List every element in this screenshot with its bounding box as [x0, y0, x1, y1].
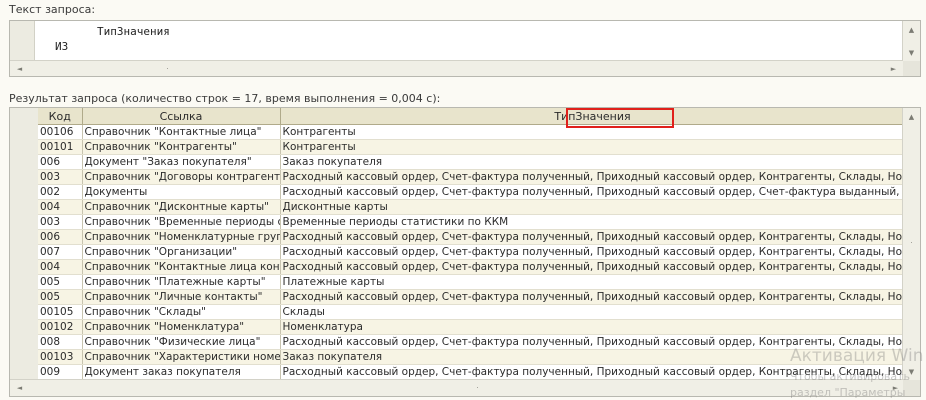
cell-link[interactable]: Справочник "Временные периоды статистики…: [82, 214, 281, 230]
cell-code[interactable]: 00103: [38, 349, 83, 365]
column-header-code[interactable]: Код: [38, 108, 83, 125]
cell-value-type[interactable]: Расходный кассовый ордер, Счет-фактура п…: [279, 259, 905, 275]
cell-link[interactable]: Справочник "Склады": [82, 304, 281, 320]
table-row[interactable]: 003Справочник "Временные периоды статист…: [38, 214, 905, 230]
cell-code[interactable]: 00101: [38, 139, 83, 155]
table-row[interactable]: 006 Документ "Заказ покупателя" Заказ поку…: [38, 154, 905, 170]
cell-link[interactable]: Справочник "Номенклатура": [82, 319, 281, 335]
cell-value-type[interactable]: Расходный кассовый ордер, Счет-фактура п…: [279, 169, 905, 185]
cell-link[interactable]: Справочник "Дисконтные карты": [82, 199, 281, 215]
cell-code[interactable]: 00105: [38, 304, 83, 320]
cell-code[interactable]: 003: [38, 169, 83, 185]
cell-value-type[interactable]: Номенклатура: [279, 319, 905, 335]
result-grid[interactable]: Код Ссылка ТипЗначения 00106 Справочник "…: [38, 108, 905, 381]
scroll-right-icon[interactable]: ►: [886, 62, 901, 75]
table-row[interactable]: 005 Справочник "Личные контакты" Расходный…: [38, 289, 905, 305]
query-horizontal-scrollbar[interactable]: ◄ · ►: [10, 60, 903, 76]
cell-value-type[interactable]: Временные периоды статистики по ККМ: [279, 214, 905, 230]
scroll-left-icon[interactable]: ◄: [12, 381, 27, 394]
result-table[interactable]: Код Ссылка ТипЗначения 00106 Справочник "…: [9, 107, 921, 397]
cell-code[interactable]: 004: [38, 199, 83, 215]
cell-link[interactable]: Документ заказ покупателя: [82, 364, 281, 380]
scroll-grip-icon[interactable]: ·: [160, 62, 175, 75]
cell-code[interactable]: 00106: [38, 124, 83, 140]
table-row[interactable]: 00105 Справочник "Склады" Склады: [38, 304, 905, 320]
cell-code[interactable]: 005: [38, 289, 83, 305]
cell-link[interactable]: Справочник "Платежные карты": [82, 274, 281, 290]
activation-watermark-line: Чтобы активировать: [790, 370, 911, 383]
cell-value-type[interactable]: Расходный кассовый ордер, Счет-фактура п…: [279, 184, 905, 200]
cell-code[interactable]: 00102: [38, 319, 83, 335]
activation-watermark-line: раздел "Параметры: [790, 386, 906, 399]
cell-link[interactable]: Справочник "Номенклатурные группы": [82, 229, 281, 245]
table-row[interactable]: 00103Справочник "Характеристики номенкла…: [38, 349, 905, 365]
cell-link[interactable]: Справочник "Личные контакты": [82, 289, 281, 305]
cell-code[interactable]: 002: [38, 184, 83, 200]
cell-link[interactable]: Справочник "Организации": [82, 244, 281, 260]
result-vertical-scrollbar[interactable]: ▲ · ▼: [902, 108, 920, 381]
table-row[interactable]: 005 Справочник "Платежные карты" Платежные…: [38, 274, 905, 290]
cell-value-type[interactable]: Расходный кассовый ордер, Счет-фактура п…: [279, 229, 905, 245]
cell-code[interactable]: 003: [38, 214, 83, 230]
table-row[interactable]: 00106 Справочник "Контактные лица" Контраг…: [38, 124, 905, 140]
cell-code[interactable]: 009: [38, 364, 83, 380]
cell-link[interactable]: Справочник "Договоры контрагентов": [82, 169, 281, 185]
table-row[interactable]: 004Справочник "Контактные лица контраген…: [38, 259, 905, 275]
cell-link[interactable]: Документы: [82, 184, 281, 200]
result-summary-label: Результат запроса (количество строк = 17…: [9, 92, 441, 105]
cell-value-type[interactable]: Контрагенты: [279, 139, 905, 155]
cell-link[interactable]: Справочник "Контактные лица контрагентов…: [82, 259, 281, 275]
query-gutter: [10, 21, 35, 63]
scroll-up-icon[interactable]: ▲: [904, 110, 919, 123]
cell-link[interactable]: Справочник "Контактные лица": [82, 124, 281, 140]
table-row[interactable]: 007 Справочник "Организации" Расходный кас…: [38, 244, 905, 260]
table-row[interactable]: 003 Справочник "Договоры контрагентов" Рас…: [38, 169, 905, 185]
scroll-up-icon[interactable]: ▲: [904, 23, 919, 36]
scroll-down-icon[interactable]: ▼: [904, 46, 919, 59]
scroll-corner: [903, 61, 920, 76]
table-row[interactable]: 009 Документ заказ покупателя Расходный ка…: [38, 364, 905, 380]
scroll-left-icon[interactable]: ◄: [12, 62, 27, 75]
cell-code[interactable]: 006: [38, 154, 83, 170]
cell-value-type[interactable]: Заказ покупателя: [279, 154, 905, 170]
cell-code[interactable]: 006: [38, 229, 83, 245]
table-row[interactable]: 006Справочник "Номенклатурные группы"Рас…: [38, 229, 905, 245]
column-header-link[interactable]: Ссылка: [82, 108, 281, 125]
query-line-1: ТипЗначения: [97, 25, 170, 38]
result-horizontal-scrollbar[interactable]: ◄ · ►: [10, 379, 905, 396]
cell-link[interactable]: Справочник "Характеристики номенклатуры": [82, 349, 281, 365]
scroll-grip-icon[interactable]: ·: [904, 236, 919, 249]
cell-link[interactable]: Справочник "Физические лица": [82, 334, 281, 350]
cell-code[interactable]: 008: [38, 334, 83, 350]
cell-code[interactable]: 007: [38, 244, 83, 260]
row-gutter: [10, 108, 39, 381]
table-row[interactable]: 002 Документы Расходный кассовый ордер, Сч…: [38, 184, 905, 200]
cell-value-type[interactable]: Дисконтные карты: [279, 199, 905, 215]
activation-watermark-title: Активация Win: [790, 346, 924, 366]
query-text-editor[interactable]: ТипЗначения ИЗ ▲ ▼ ◄ · ►: [9, 20, 921, 77]
query-vertical-scrollbar[interactable]: ▲ ▼: [902, 21, 920, 61]
table-row[interactable]: 00102 Справочник "Номенклатура" Номенклату…: [38, 319, 905, 335]
cell-link[interactable]: Справочник "Контрагенты": [82, 139, 281, 155]
cell-value-type[interactable]: Платежные карты: [279, 274, 905, 290]
column-header-highlight: [566, 108, 674, 128]
table-row[interactable]: 00101 Справочник "Контрагенты" Контрагенты: [38, 139, 905, 155]
table-row[interactable]: 004 Справочник "Дисконтные карты" Дисконтн…: [38, 199, 905, 215]
cell-code[interactable]: 004: [38, 259, 83, 275]
cell-code[interactable]: 005: [38, 274, 83, 290]
scroll-grip-icon[interactable]: ·: [470, 381, 485, 394]
cell-value-type[interactable]: Расходный кассовый ордер, Счет-фактура п…: [279, 244, 905, 260]
query-text-label: Текст запроса:: [9, 3, 96, 16]
query-line-2: ИЗ: [55, 40, 69, 53]
cell-value-type[interactable]: Расходный кассовый ордер, Счет-фактура п…: [279, 289, 905, 305]
table-row[interactable]: 008 Справочник "Физические лица" Расходный…: [38, 334, 905, 350]
cell-value-type[interactable]: Склады: [279, 304, 905, 320]
cell-link[interactable]: Документ "Заказ покупателя": [82, 154, 281, 170]
